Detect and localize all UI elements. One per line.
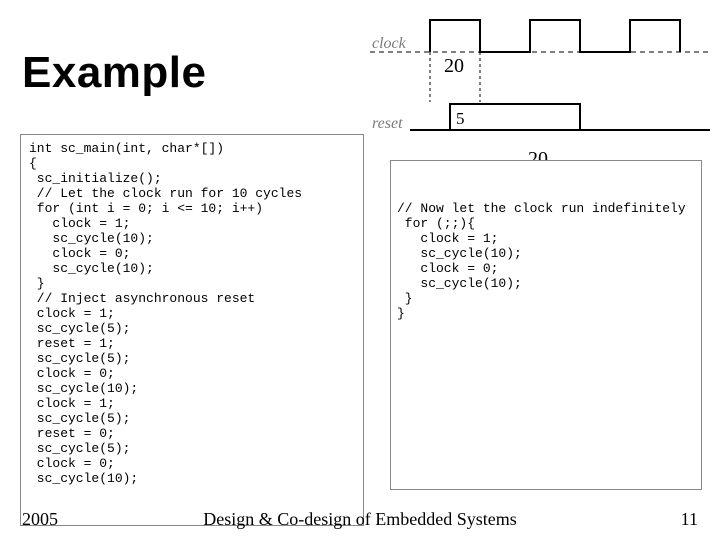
clock-waveform: [430, 20, 680, 52]
timing-diagram: clock 20 reset 5: [370, 12, 710, 152]
code-right: // Now let the clock run indefinitely fo…: [390, 160, 702, 490]
reset-waveform: [450, 104, 580, 130]
reset-label: reset: [372, 115, 403, 132]
slide-title: Example: [22, 48, 206, 98]
footer-title: Design & Co-design of Embedded Systems: [0, 509, 720, 530]
code-left: int sc_main(int, char*[]) { sc_initializ…: [20, 134, 364, 526]
annot-20: 20: [444, 55, 464, 77]
page-number: 11: [681, 509, 698, 530]
clock-label: clock: [372, 35, 407, 52]
annot-5: 5: [456, 109, 465, 128]
